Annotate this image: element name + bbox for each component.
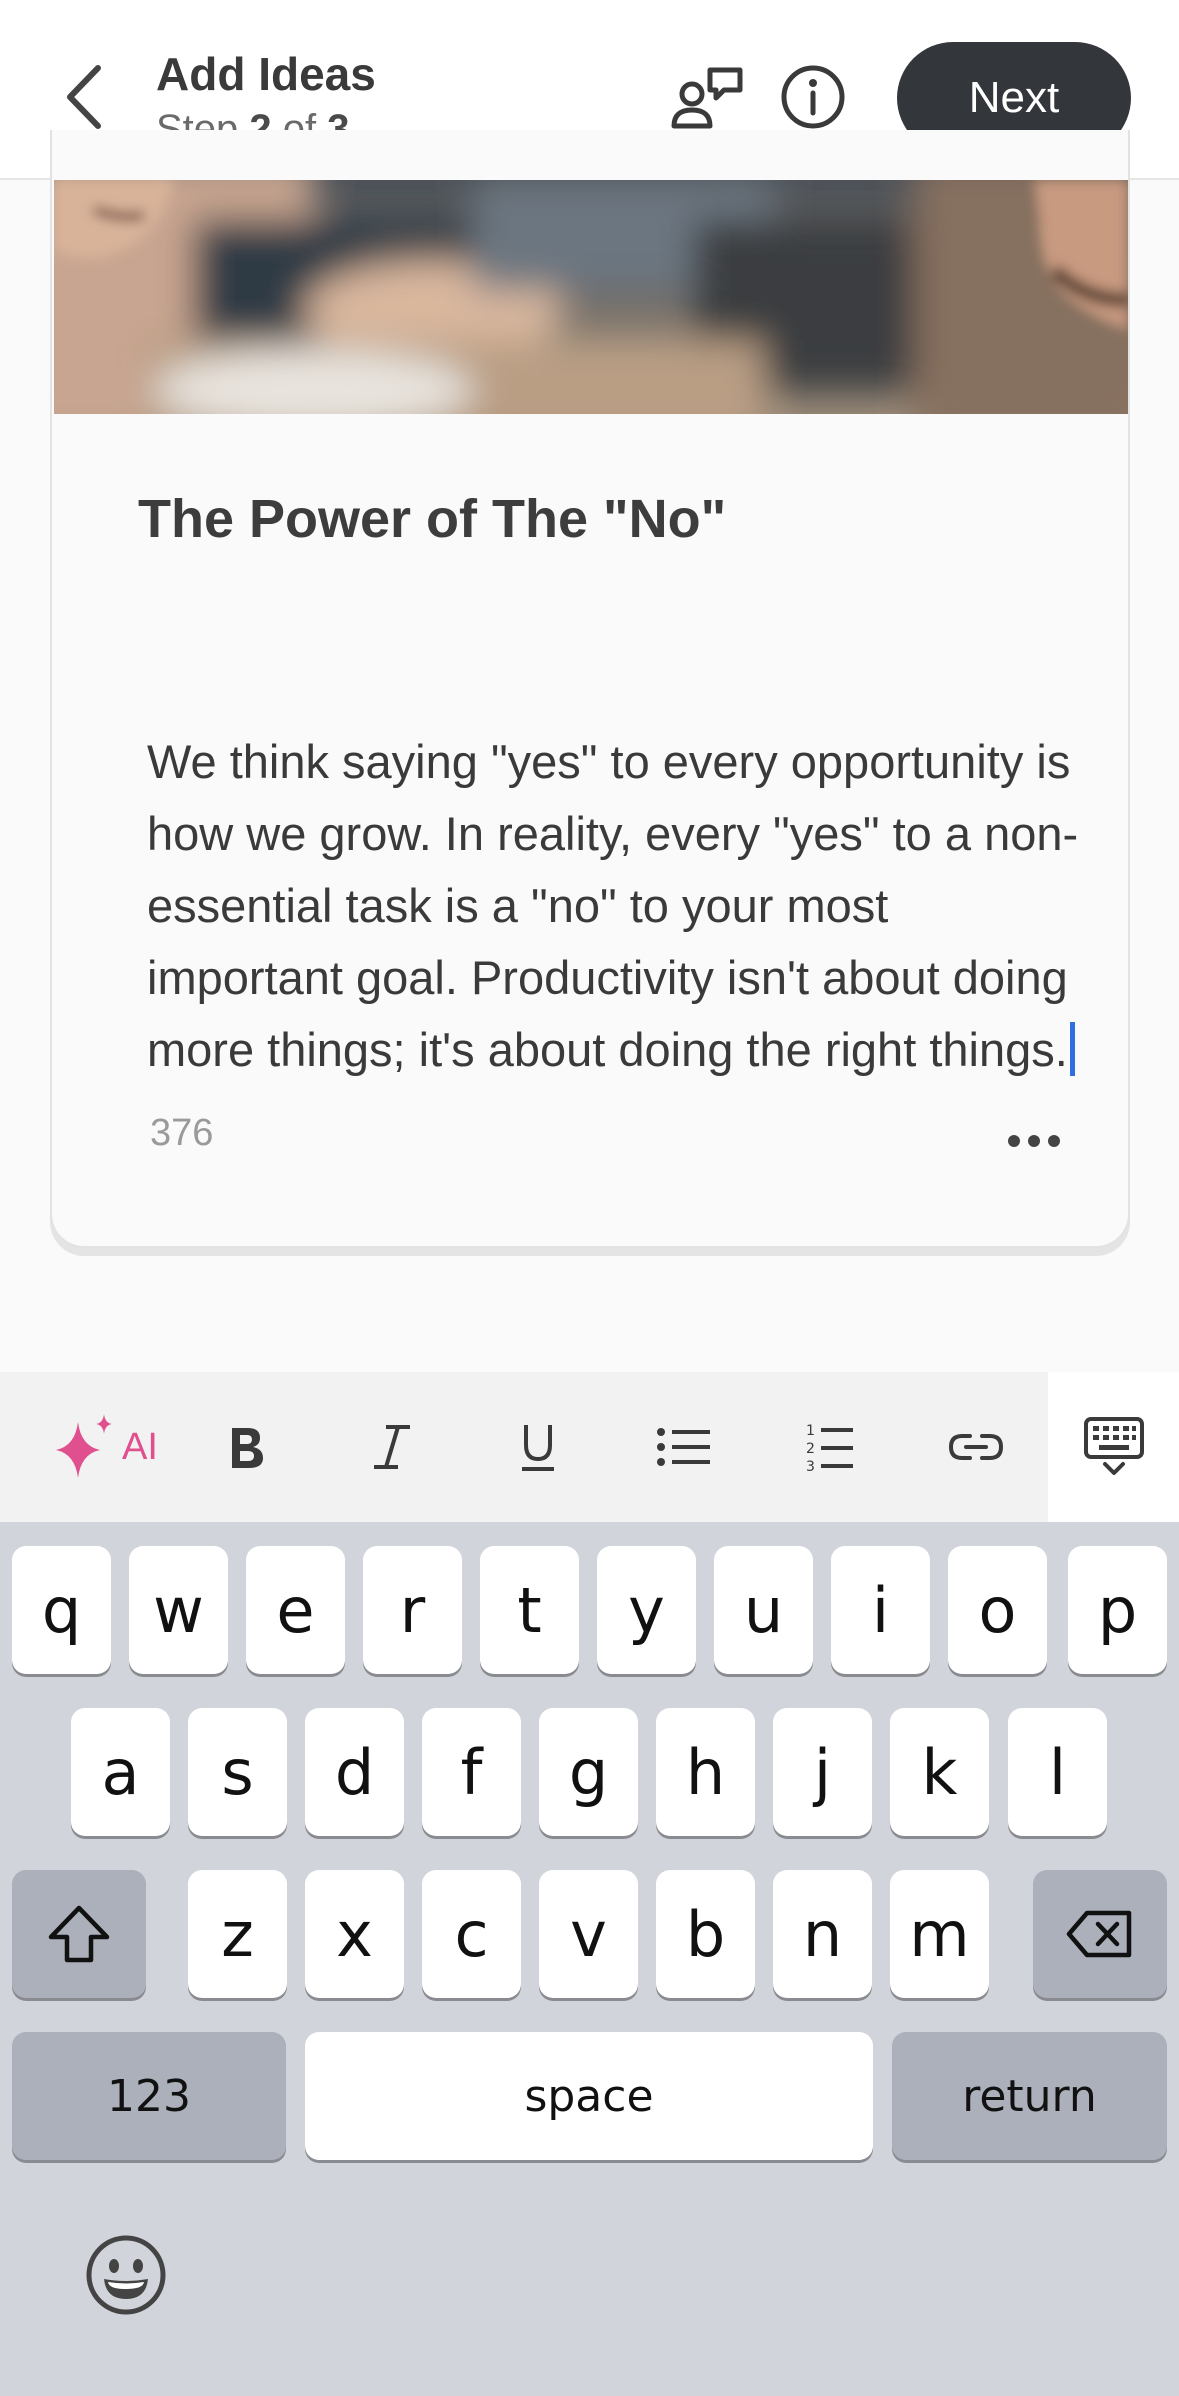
numbered-list-button[interactable]: 1 2 3 [784,1372,876,1522]
key-x[interactable]: x [305,1870,404,1998]
sparkle-icon [56,1414,113,1478]
key-t[interactable]: t [480,1546,579,1674]
key-w[interactable]: w [129,1546,228,1674]
idea-cover-image [54,180,1128,414]
key-o[interactable]: o [948,1546,1047,1674]
key-k[interactable]: k [890,1708,989,1836]
more-horizontal-icon [1008,1135,1060,1147]
idea-title[interactable]: The Power of The "No" [138,488,726,550]
dismiss-keyboard-button[interactable] [1048,1372,1179,1522]
bullet-list-button[interactable] [638,1372,730,1522]
bold-icon [232,1428,263,1468]
key-q[interactable]: q [12,1546,111,1674]
key-c[interactable]: c [422,1870,521,1998]
emoji-button[interactable] [84,2233,168,2317]
italic-icon [374,1425,410,1469]
chevron-left-icon [67,65,101,129]
emoji-icon [86,2235,166,2315]
key-r[interactable]: r [363,1546,462,1674]
space-key[interactable]: space [305,2032,873,2160]
key-v[interactable]: v [539,1870,638,1998]
bold-button[interactable] [200,1372,292,1522]
key-g[interactable]: g [539,1708,638,1836]
text-cursor [1069,1022,1075,1076]
shift-key[interactable] [12,1870,146,1998]
key-s[interactable]: s [188,1708,287,1836]
bullet-list-icon [657,1428,710,1466]
key-h[interactable]: h [656,1708,755,1836]
key-j[interactable]: j [773,1708,872,1836]
key-m[interactable]: m [890,1870,989,1998]
underline-button[interactable] [492,1372,584,1522]
numbered-list-icon: 1 2 3 [806,1423,853,1473]
link-icon [948,1434,1004,1460]
info-icon [781,65,845,129]
svg-text:3: 3 [806,1459,815,1473]
numbers-key[interactable]: 123 [12,2032,286,2160]
delete-key[interactable] [1033,1870,1167,1998]
feedback-button[interactable] [670,64,743,134]
idea-body-editor[interactable]: We think saying "yes" to every opportuni… [147,726,1097,1086]
italic-button[interactable] [346,1372,438,1522]
key-u[interactable]: u [714,1546,813,1674]
underline-icon [522,1425,554,1471]
key-e[interactable]: e [246,1546,345,1674]
return-key[interactable]: return [892,2032,1167,2160]
more-options-button[interactable] [1006,1126,1062,1156]
back-button[interactable] [58,62,110,132]
idea-card: The Power of The "No" We think saying "y… [50,130,1130,1248]
on-screen-keyboard: q w e r t y u i o p a s d f g h j k l z … [0,1522,1179,2396]
key-p[interactable]: p [1068,1546,1167,1674]
keyboard-dismiss-icon [1083,1417,1144,1475]
key-i[interactable]: i [831,1546,930,1674]
key-d[interactable]: d [305,1708,404,1836]
page-title: Add Ideas [156,48,376,100]
key-f[interactable]: f [422,1708,521,1836]
user-chat-icon [671,67,743,129]
key-z[interactable]: z [188,1870,287,1998]
link-button[interactable] [930,1372,1022,1522]
idea-body-text: We think saying "yes" to every opportuni… [147,735,1079,1076]
key-n[interactable]: n [773,1870,872,1998]
info-button[interactable] [780,64,850,134]
shift-icon [48,1905,110,1963]
ai-button[interactable]: AI [40,1372,170,1522]
svg-text:2: 2 [806,1441,815,1457]
ai-label: AI [122,1425,158,1468]
key-b[interactable]: b [656,1870,755,1998]
cover-photo [54,180,1128,414]
svg-text:1: 1 [806,1423,815,1439]
character-count: 376 [150,1112,214,1154]
format-toolbar: AI 1 2 3 [0,1372,1179,1522]
key-y[interactable]: y [597,1546,696,1674]
key-l[interactable]: l [1008,1708,1107,1836]
backspace-icon [1066,1910,1132,1958]
key-a[interactable]: a [71,1708,170,1836]
